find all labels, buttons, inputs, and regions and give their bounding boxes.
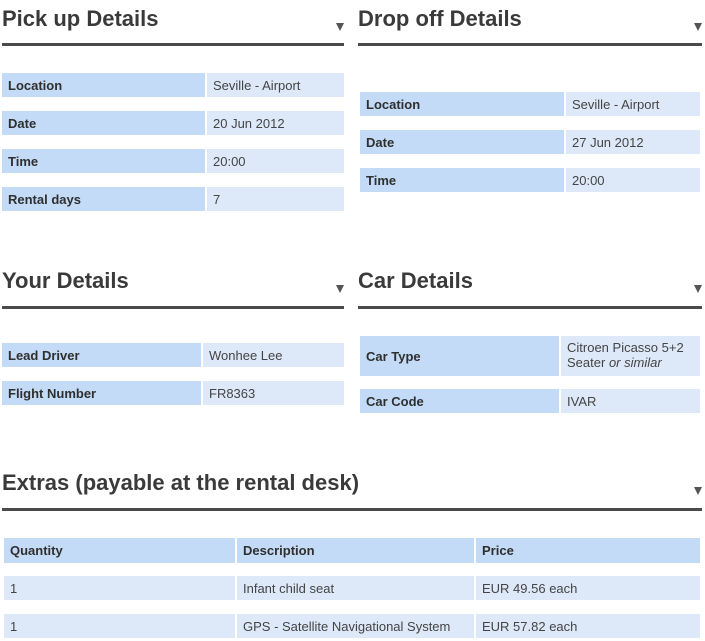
dropoff-date-label: Date	[360, 130, 564, 154]
car-details-title: Car Details	[358, 268, 473, 293]
table-row: 1 Infant child seat EUR 49.56 each	[4, 576, 700, 600]
car-details-toggle-icon[interactable]	[694, 285, 702, 293]
car-details-section: Car Details Car Type Citroen Picasso 5+2…	[358, 268, 702, 418]
dropoff-row-time: Time 20:00	[360, 168, 700, 192]
car-type-label: Car Type	[360, 336, 559, 376]
extras-row-2-quantity: 1	[4, 614, 235, 638]
extras-col-quantity: Quantity	[4, 538, 235, 563]
dropoff-location-label: Location	[360, 92, 564, 116]
your-details-row-lead-driver: Lead Driver Wonhee Lee	[2, 343, 344, 367]
pickup-row-time: Time 20:00	[2, 149, 344, 173]
pickup-rental-days-label: Rental days	[2, 187, 205, 211]
dropoff-toggle-icon[interactable]	[694, 23, 702, 31]
lead-driver-value: Wonhee Lee	[203, 343, 344, 367]
extras-row-1-price: EUR 49.56 each	[476, 576, 700, 600]
pickup-date-label: Date	[2, 111, 205, 135]
your-details-row-flight-number: Flight Number FR8363	[2, 381, 344, 405]
car-type-suffix: or similar	[608, 355, 662, 370]
extras-toggle-icon[interactable]	[694, 487, 702, 495]
your-details-toggle-icon[interactable]	[336, 285, 344, 293]
pickup-rental-days-value: 7	[207, 187, 344, 211]
extras-col-price: Price	[476, 538, 700, 563]
pickup-time-value: 20:00	[207, 149, 344, 173]
your-details-title: Your Details	[2, 268, 129, 293]
table-row: 1 GPS - Satellite Navigational System EU…	[4, 614, 700, 638]
flight-number-label: Flight Number	[2, 381, 201, 405]
extras-table-header: Quantity Description Price	[4, 538, 700, 563]
extras-col-description: Description	[237, 538, 474, 563]
dropoff-rule	[358, 43, 702, 46]
car-type-value: Citroen Picasso 5+2 Seater or similar	[561, 336, 700, 376]
car-details-row-car-code: Car Code IVAR	[360, 389, 700, 413]
dropoff-section: Drop off Details Location Seville - Airp…	[358, 6, 702, 196]
pickup-rule	[2, 43, 344, 46]
lead-driver-label: Lead Driver	[2, 343, 201, 367]
dropoff-time-value: 20:00	[566, 168, 700, 192]
flight-number-value: FR8363	[203, 381, 344, 405]
dropoff-date-value: 27 Jun 2012	[566, 130, 700, 154]
extras-row-1-description: Infant child seat	[237, 576, 474, 600]
extras-row-1-quantity: 1	[4, 576, 235, 600]
extras-section: Extras (payable at the rental desk) Quan…	[2, 470, 702, 641]
dropoff-location-value: Seville - Airport	[566, 92, 700, 116]
dropoff-row-date: Date 27 Jun 2012	[360, 130, 700, 154]
dropoff-row-location: Location Seville - Airport	[360, 92, 700, 116]
pickup-location-value: Seville - Airport	[207, 73, 344, 97]
extras-row-2-price: EUR 57.82 each	[476, 614, 700, 638]
pickup-time-label: Time	[2, 149, 205, 173]
car-code-value: IVAR	[561, 389, 700, 413]
your-details-section: Your Details Lead Driver Wonhee Lee Flig…	[2, 268, 344, 408]
dropoff-title: Drop off Details	[358, 6, 522, 31]
dropoff-time-label: Time	[360, 168, 564, 192]
car-details-rule	[358, 306, 702, 309]
pickup-section: Pick up Details Location Seville - Airpo…	[2, 6, 344, 216]
pickup-location-label: Location	[2, 73, 205, 97]
pickup-toggle-icon[interactable]	[336, 23, 344, 31]
car-code-label: Car Code	[360, 389, 559, 413]
pickup-title: Pick up Details	[2, 6, 159, 31]
car-details-row-car-type: Car Type Citroen Picasso 5+2 Seater or s…	[360, 336, 700, 376]
pickup-row-date: Date 20 Jun 2012	[2, 111, 344, 135]
pickup-row-location: Location Seville - Airport	[2, 73, 344, 97]
pickup-date-value: 20 Jun 2012	[207, 111, 344, 135]
your-details-rule	[2, 306, 344, 309]
pickup-row-rental-days: Rental days 7	[2, 187, 344, 211]
extras-rule	[2, 508, 702, 511]
extras-title: Extras (payable at the rental desk)	[2, 470, 360, 495]
extras-row-2-description: GPS - Satellite Navigational System	[237, 614, 474, 638]
